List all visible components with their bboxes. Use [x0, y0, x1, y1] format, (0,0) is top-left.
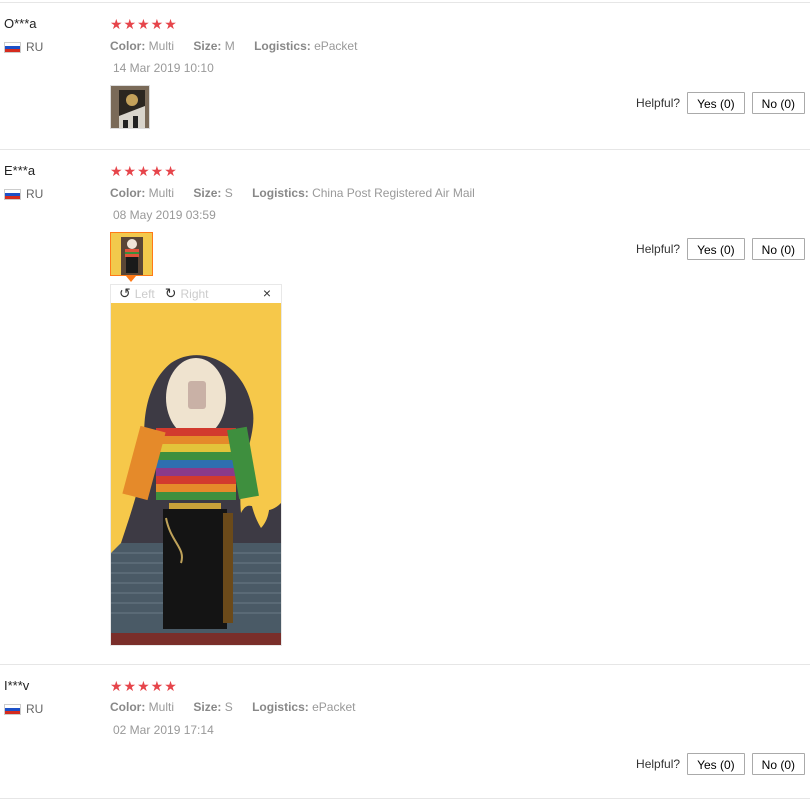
russia-flag-icon [4, 41, 21, 53]
divider [0, 149, 810, 150]
order-info: Color: Multi Size: S Logistics: ePacket [110, 700, 371, 714]
logistics-value: ePacket [314, 39, 358, 53]
country-code: RU [26, 40, 44, 54]
color-value: Multi [148, 186, 175, 200]
color-value: Multi [148, 700, 175, 714]
color-value: Multi [148, 39, 175, 53]
color-label: Color: [110, 700, 146, 714]
order-info: Color: Multi Size: S Logistics: China Po… [110, 186, 491, 200]
country-code: RU [26, 702, 44, 716]
size-label: Size: [193, 39, 222, 53]
logistics-label: Logistics: [252, 700, 309, 714]
helpful-label: Helpful? [636, 757, 681, 771]
helpful-votes: Helpful? Yes (0) No (0) [636, 753, 805, 775]
size-value: S [224, 700, 233, 714]
review-date: 02 Mar 2019 17:14 [113, 723, 214, 737]
helpful-label: Helpful? [636, 242, 681, 256]
logistics-label: Logistics: [252, 186, 309, 200]
color-label: Color: [110, 39, 146, 53]
close-icon[interactable]: × [263, 285, 271, 301]
divider [0, 664, 810, 665]
divider [0, 2, 810, 3]
star-rating: ★★★★★ [110, 16, 178, 32]
reviewer-name: O***a [4, 16, 37, 31]
size-value: M [224, 39, 235, 53]
review-date: 08 May 2019 03:59 [113, 208, 216, 222]
review-photo-large [111, 303, 281, 645]
photo-viewer-toolbar: ↺ Left ↻ Right × [111, 285, 281, 302]
reviewer-name: I***v [4, 678, 30, 693]
reviewer-country: RU [4, 702, 43, 716]
divider [0, 798, 810, 799]
helpful-votes: Helpful? Yes (0) No (0) [636, 92, 805, 114]
helpful-label: Helpful? [636, 96, 681, 110]
review-photo-thumbnail[interactable] [110, 232, 153, 276]
yes-vote-button[interactable]: Yes (0) [687, 238, 745, 260]
no-vote-button[interactable]: No (0) [751, 238, 805, 260]
size-label: Size: [193, 186, 222, 200]
country-code: RU [26, 187, 44, 201]
yes-vote-button[interactable]: Yes (0) [687, 753, 745, 775]
review-photo-thumbnail[interactable] [110, 85, 150, 129]
russia-flag-icon [4, 188, 21, 200]
rotate-right-icon[interactable]: ↻ [165, 285, 177, 302]
review-date: 14 Mar 2019 10:10 [113, 61, 214, 75]
helpful-votes: Helpful? Yes (0) No (0) [636, 238, 805, 260]
reviewer-country: RU [4, 187, 43, 201]
rotate-left-icon[interactable]: ↺ [119, 285, 131, 302]
logistics-value: China Post Registered Air Mail [312, 186, 475, 200]
no-vote-button[interactable]: No (0) [751, 92, 805, 114]
russia-flag-icon [4, 703, 21, 715]
star-rating: ★★★★★ [110, 678, 178, 694]
reviewer-country: RU [4, 40, 43, 54]
size-label: Size: [193, 700, 222, 714]
order-info: Color: Multi Size: M Logistics: ePacket [110, 39, 373, 53]
rotate-right-label[interactable]: Right [180, 287, 208, 301]
no-vote-button[interactable]: No (0) [751, 753, 805, 775]
star-rating: ★★★★★ [110, 163, 178, 179]
logistics-value: ePacket [312, 700, 356, 714]
rotate-left-label[interactable]: Left [135, 287, 155, 301]
thumbnail-pointer [126, 276, 136, 282]
photo-viewer: ↺ Left ↻ Right × [110, 284, 282, 646]
yes-vote-button[interactable]: Yes (0) [687, 92, 745, 114]
color-label: Color: [110, 186, 146, 200]
reviewer-name: E***a [4, 163, 36, 178]
size-value: S [224, 186, 233, 200]
logistics-label: Logistics: [254, 39, 311, 53]
